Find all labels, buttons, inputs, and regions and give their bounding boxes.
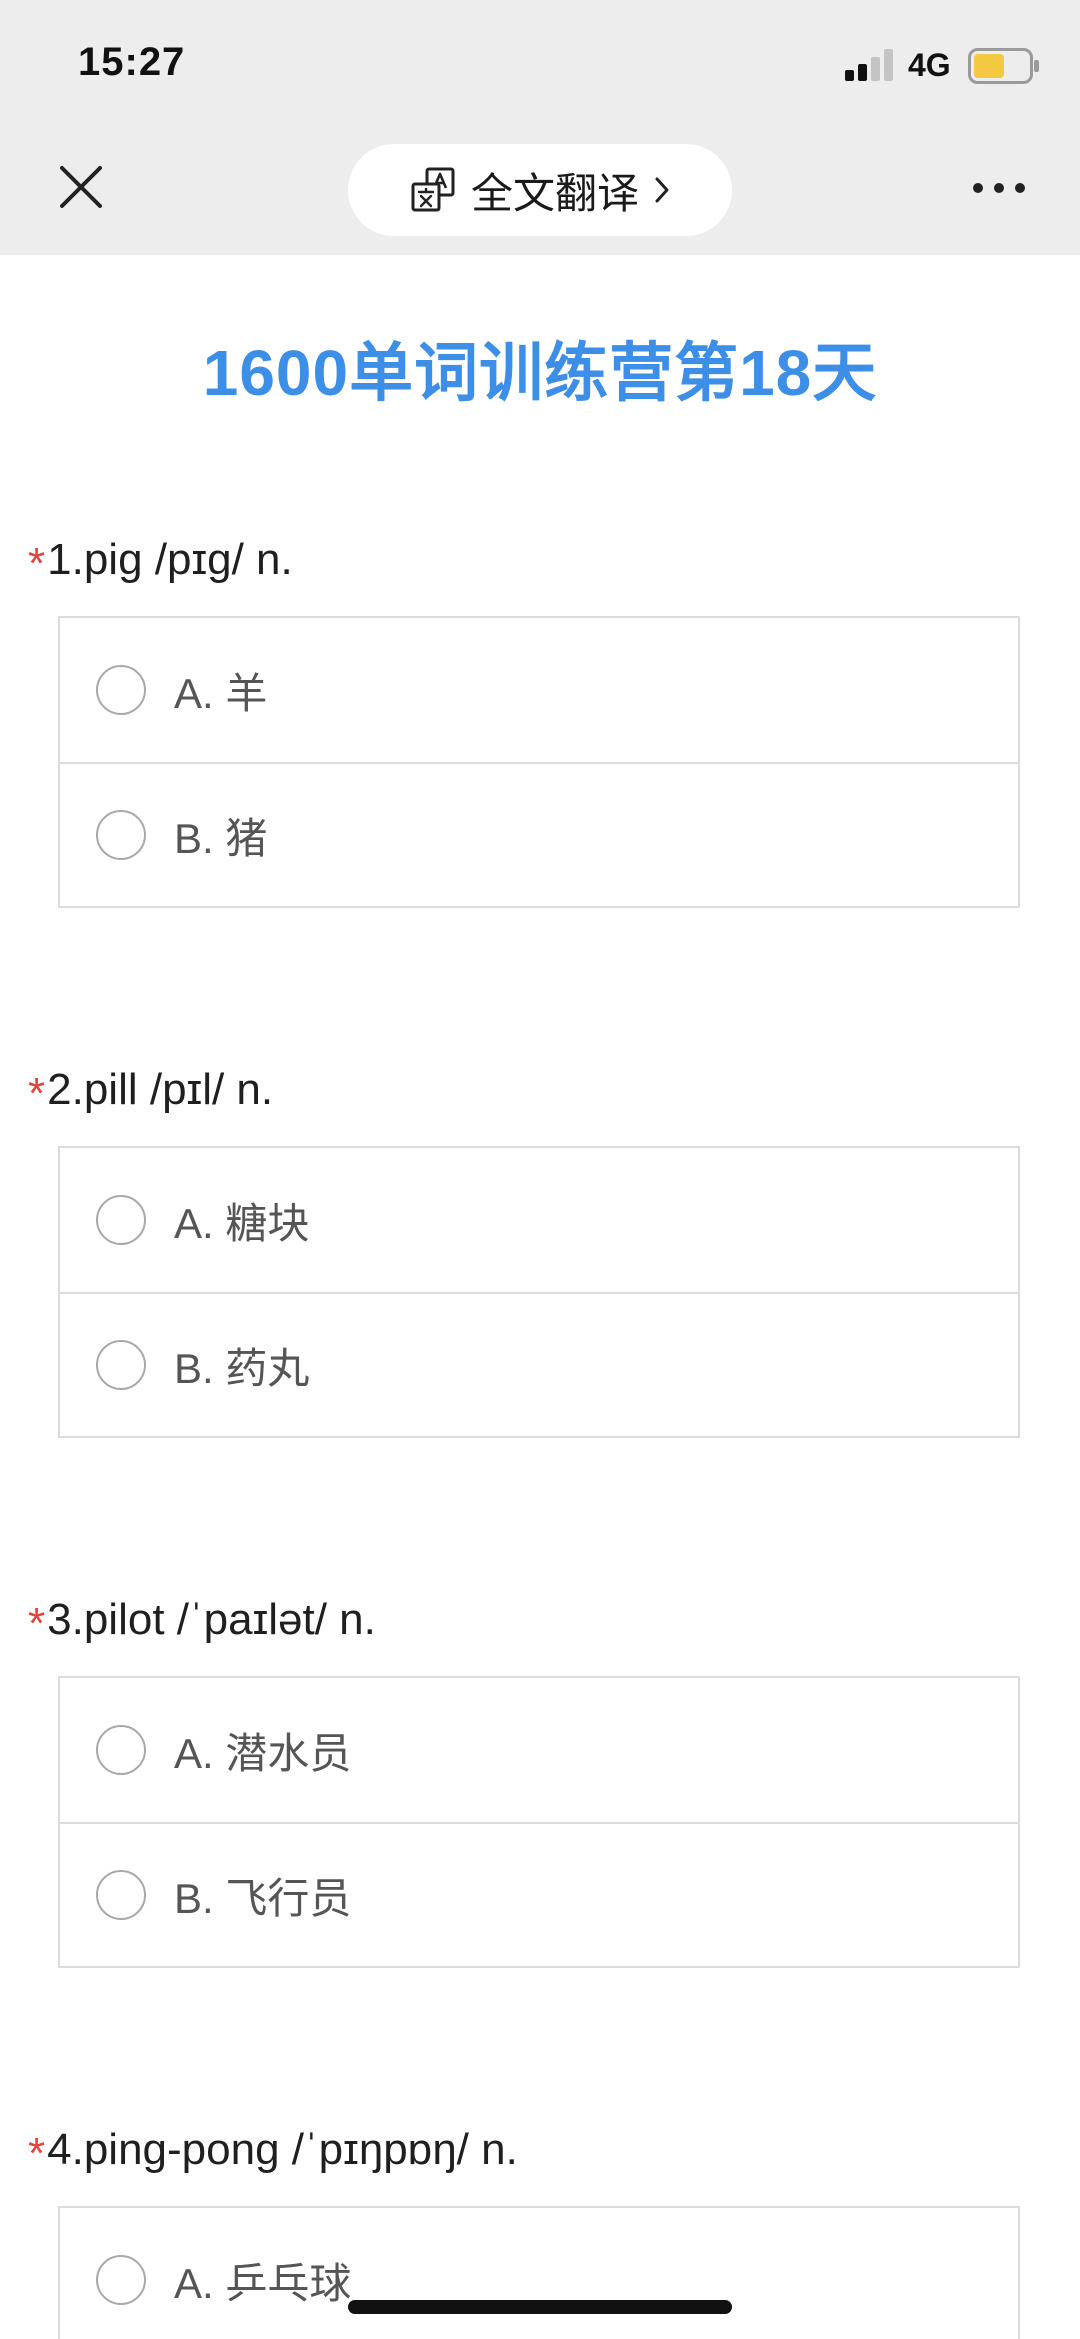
options-group: A. 糖块 B. 药丸	[58, 1146, 1020, 1438]
chevron-right-icon	[655, 177, 669, 203]
options-group: A. 羊 B. 猪	[58, 616, 1020, 908]
option-label: B. 猪	[174, 814, 268, 862]
required-star: *	[28, 1069, 46, 1118]
option-b[interactable]: B. 飞行员	[60, 1822, 1018, 1966]
required-star: *	[28, 2129, 46, 2178]
options-group: A. 乒乓球	[58, 2206, 1020, 2339]
option-a[interactable]: A. 糖块	[60, 1148, 1018, 1292]
translate-label: 全文翻译	[470, 169, 639, 217]
radio-button[interactable]	[96, 2255, 146, 2305]
question-text: 4.ping-pong /ˈpɪŋpɒŋ/ n.	[47, 2125, 518, 2174]
option-label: A. 潜水员	[174, 1729, 352, 1777]
full-text-translate-button[interactable]: 全文翻译	[348, 144, 732, 236]
question-text: 1.pig /pɪg/ n.	[47, 535, 293, 584]
more-icon	[973, 183, 1025, 193]
radio-button[interactable]	[96, 1340, 146, 1390]
question-text: 3.pilot /ˈpaɪlət/ n.	[47, 1595, 376, 1644]
radio-button[interactable]	[96, 810, 146, 860]
battery-icon	[968, 48, 1039, 84]
option-b[interactable]: B. 猪	[60, 762, 1018, 906]
question-title: * 4.ping-pong /ˈpɪŋpɒŋ/ n.	[28, 2120, 518, 2180]
nav-bar: 全文翻译	[0, 132, 1080, 255]
question-title: * 1.pig /pɪg/ n.	[28, 530, 293, 590]
top-bar-area: 15:27 4G 全文翻译	[0, 0, 1080, 255]
radio-button[interactable]	[96, 665, 146, 715]
option-label: B. 飞行员	[174, 1874, 352, 1922]
radio-button[interactable]	[96, 1870, 146, 1920]
signal-icon	[845, 49, 893, 81]
translate-icon	[411, 167, 455, 212]
question-title: * 2.pill /pɪl/ n.	[28, 1060, 273, 1120]
option-label: A. 乒乓球	[174, 2259, 352, 2307]
close-icon	[60, 166, 102, 208]
option-label: A. 糖块	[174, 1199, 310, 1247]
status-bar: 15:27 4G	[0, 0, 1080, 132]
home-indicator	[348, 2300, 732, 2314]
radio-button[interactable]	[96, 1195, 146, 1245]
close-button[interactable]	[48, 154, 114, 220]
network-label: 4G	[908, 47, 951, 83]
option-a[interactable]: A. 潜水员	[60, 1678, 1018, 1822]
radio-button[interactable]	[96, 1725, 146, 1775]
option-b[interactable]: B. 药丸	[60, 1292, 1018, 1436]
question-title: * 3.pilot /ˈpaɪlət/ n.	[28, 1590, 376, 1650]
required-star: *	[28, 1599, 46, 1648]
option-label: A. 羊	[174, 669, 268, 717]
required-star: *	[28, 539, 46, 588]
option-a[interactable]: A. 乒乓球	[60, 2208, 1018, 2339]
question-text: 2.pill /pɪl/ n.	[47, 1065, 274, 1114]
status-time: 15:27	[78, 40, 186, 84]
option-a[interactable]: A. 羊	[60, 618, 1018, 762]
option-label: B. 药丸	[174, 1344, 310, 1392]
options-group: A. 潜水员 B. 飞行员	[58, 1676, 1020, 1968]
more-button[interactable]	[966, 160, 1032, 216]
page-title: 1600单词训练营第18天	[202, 337, 878, 409]
